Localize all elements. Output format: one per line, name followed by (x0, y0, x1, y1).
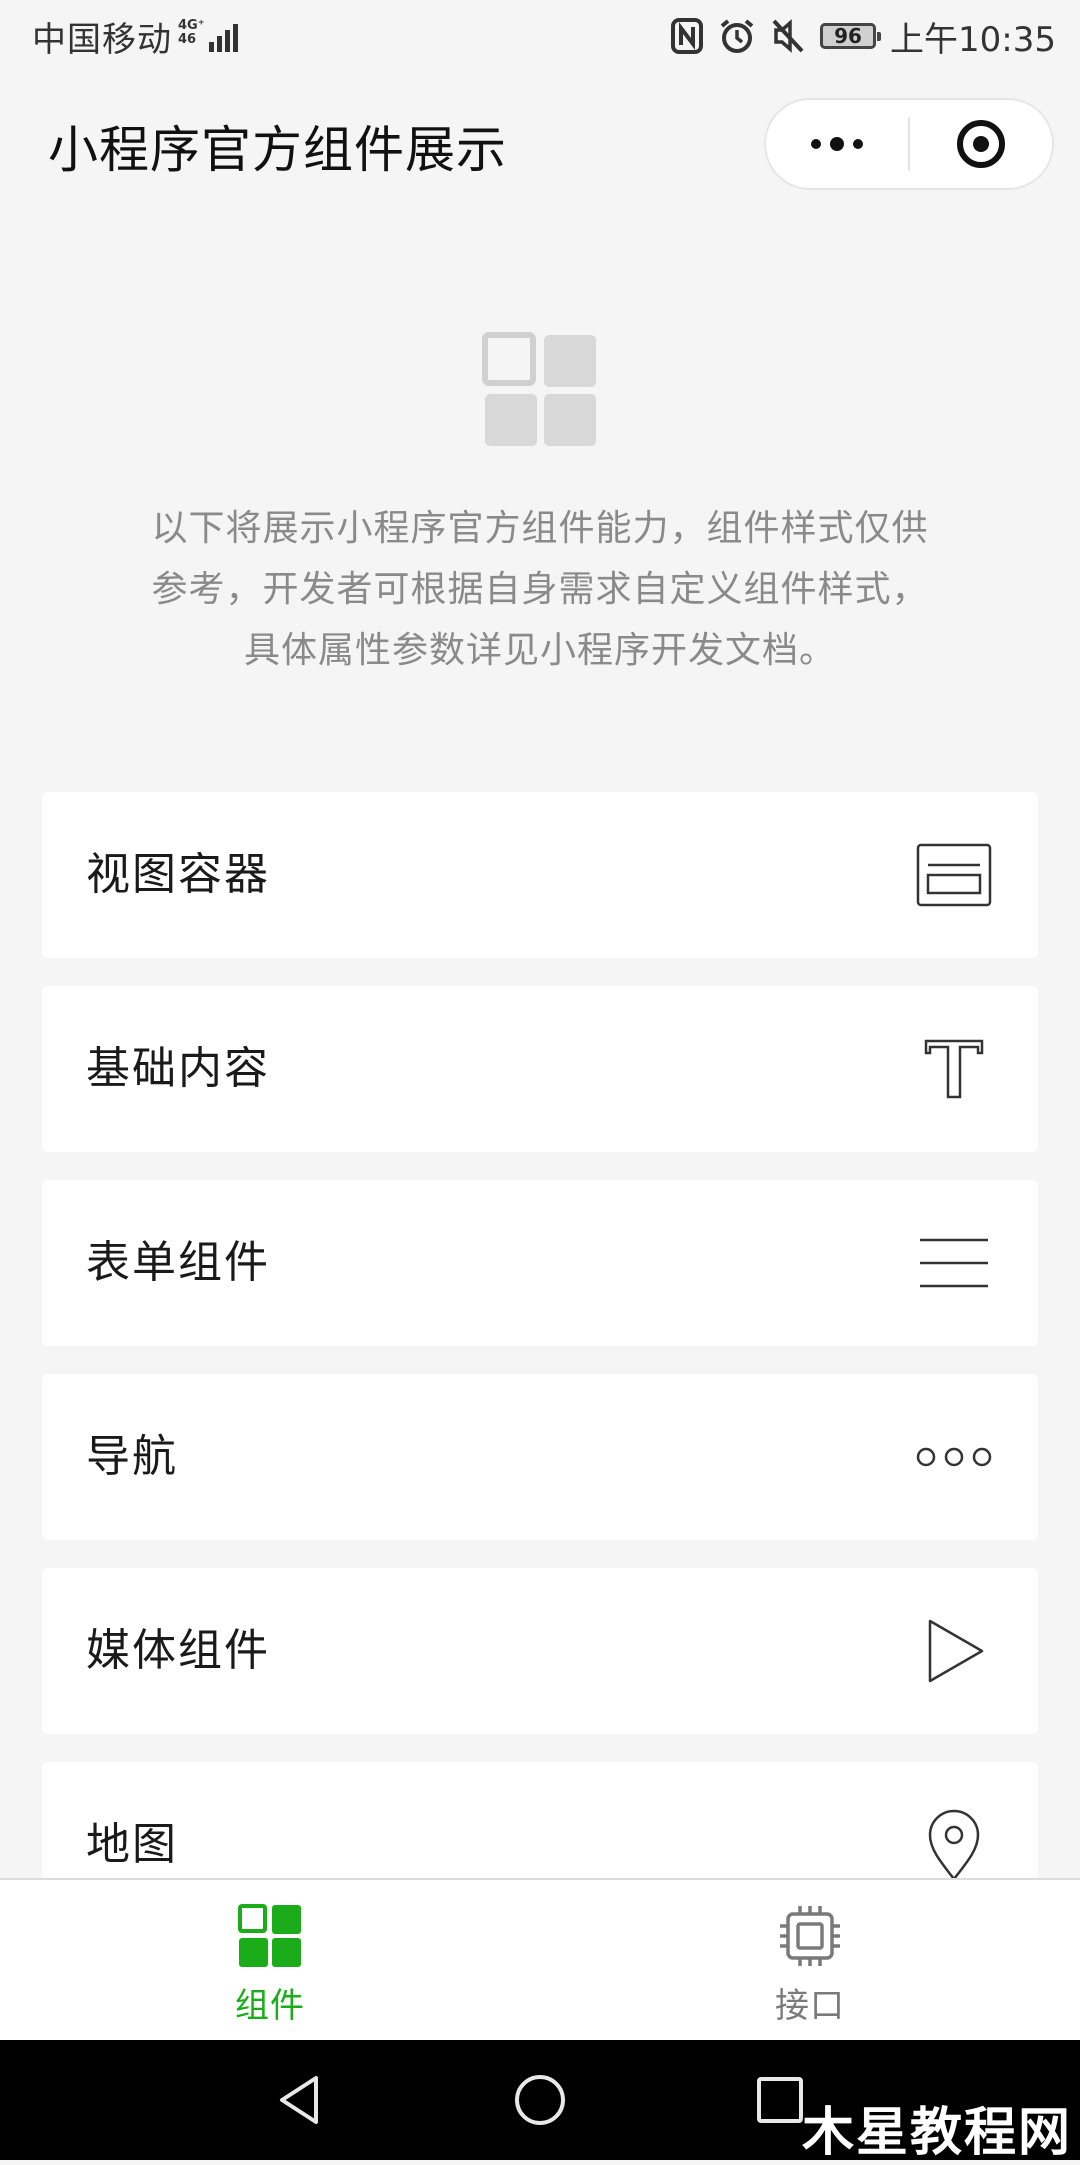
text-t-icon (914, 1029, 994, 1109)
component-grid-icon (236, 1902, 304, 1970)
status-right: 96 上午10:35 (670, 12, 1056, 60)
map-pin-icon (914, 1805, 994, 1885)
list-item-media-components[interactable]: 媒体组件 (42, 1568, 1038, 1734)
menu-capsule (764, 98, 1054, 190)
chip-icon (776, 1902, 844, 1970)
battery-level: 96 (834, 24, 862, 48)
signal-icon (208, 20, 238, 52)
more-button[interactable] (766, 100, 908, 188)
list-item-label: 基础内容 (86, 1043, 270, 1094)
list-item-label: 导航 (86, 1431, 178, 1482)
alarm-icon (718, 17, 756, 55)
back-triangle-icon[interactable] (272, 2072, 328, 2128)
intro-line: 以下将展示小程序官方组件能力，组件样式仅供 (151, 508, 929, 549)
list-item-navigation[interactable]: 导航 (42, 1374, 1038, 1540)
status-time: 上午10:35 (890, 19, 1056, 60)
battery-icon: 96 (820, 23, 882, 49)
navigation-dots-icon (914, 1417, 994, 1497)
play-icon (914, 1611, 994, 1691)
status-left: 中国移动 4G⁺ 46 (32, 12, 238, 60)
list-item-form-components[interactable]: 表单组件 (42, 1180, 1038, 1346)
close-button[interactable] (910, 100, 1052, 188)
mute-icon (770, 17, 806, 55)
status-bar: 中国移动 4G⁺ 46 96 上午10:35 (0, 0, 1080, 72)
form-lines-icon (914, 1223, 994, 1303)
list-item-view-container[interactable]: 视图容器 (42, 792, 1038, 958)
nfc-icon (670, 17, 704, 55)
page-title: 小程序官方组件展示 (48, 121, 507, 179)
intro-line: 具体属性参数详见小程序开发文档。 (243, 630, 836, 671)
list-item-label: 视图容器 (86, 849, 270, 900)
list-item-label: 媒体组件 (86, 1625, 270, 1676)
more-dots-icon (811, 137, 863, 151)
tab-label: 接口 (775, 1986, 845, 2026)
network-type: 4G⁺ 46 (178, 19, 205, 47)
home-circle-icon[interactable] (512, 2072, 568, 2128)
watermark: 木星教程网 (801, 2103, 1072, 2163)
network-type-bottom: 46 (178, 32, 197, 47)
list-item-label: 表单组件 (86, 1237, 270, 1288)
carrier-name: 中国移动 (32, 19, 172, 60)
view-container-icon (914, 835, 994, 915)
recents-square-icon[interactable] (752, 2072, 808, 2128)
component-grid-icon (480, 330, 600, 450)
tab-components[interactable]: 组件 (0, 1880, 540, 2040)
tab-bar: 组件 接口 (0, 1878, 1080, 2040)
navigation-bar: 小程序官方组件展示 (0, 72, 1080, 218)
tab-api[interactable]: 接口 (540, 1880, 1080, 2040)
intro-line: 参考，开发者可根据自身需求自定义组件样式， (151, 569, 929, 610)
network-type-top: 4G⁺ (178, 18, 205, 33)
tab-label: 组件 (235, 1986, 305, 2026)
intro-description: 以下将展示小程序官方组件能力，组件样式仅供 参考，开发者可根据自身需求自定义组件… (100, 498, 980, 681)
target-close-icon (957, 120, 1005, 168)
list-item-basic-content[interactable]: 基础内容 (42, 986, 1038, 1152)
